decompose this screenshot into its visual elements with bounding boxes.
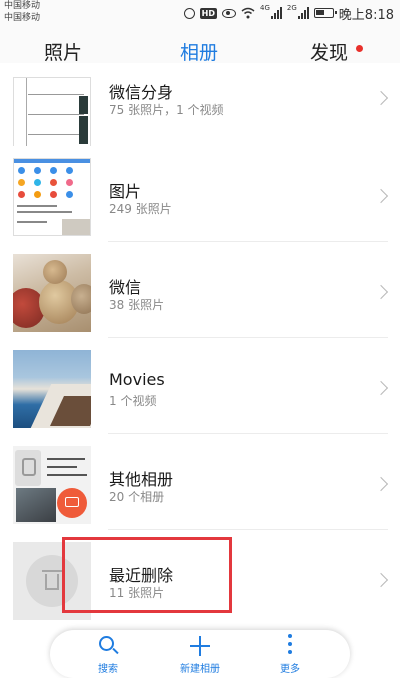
album-row-wechat-clone[interactable]: 微信分身 75 张照片，1 个视频: [0, 63, 400, 159]
more-button[interactable]: 更多: [250, 630, 330, 678]
chevron-right-icon: [373, 572, 389, 588]
album-thumbnail: [13, 446, 91, 524]
search-icon: [99, 636, 114, 651]
chevron-right-icon: [373, 188, 389, 204]
hd-icon: HD: [199, 7, 218, 19]
album-thumbnail: [13, 77, 91, 147]
highlight-box: [62, 537, 232, 613]
album-row-other-albums[interactable]: 其他相册 20 个相册: [0, 434, 400, 530]
tab-photos[interactable]: 照片: [44, 38, 82, 65]
signal-type-label-2: 2G: [286, 4, 297, 12]
album-subtitle: 249 张照片: [109, 202, 172, 216]
signal-type-label-1: 4G: [260, 4, 270, 12]
signal-icon: [297, 7, 309, 19]
album-thumbnail: [13, 254, 91, 332]
album-subtitle: 75 张照片，1 个视频: [109, 103, 224, 117]
chevron-right-icon: [373, 380, 389, 396]
album-row-movies[interactable]: Movies 1 个视频: [0, 338, 400, 434]
new-album-button[interactable]: 新建相册: [160, 630, 240, 678]
album-row-pictures[interactable]: 图片 249 张照片: [0, 146, 400, 242]
album-thumbnail: [13, 158, 91, 236]
battery-icon: [313, 8, 337, 18]
wifi-icon: [241, 7, 255, 19]
alarm-icon: [183, 7, 195, 19]
signal-icon: [270, 7, 282, 19]
notification-dot: [356, 45, 363, 52]
more-icon: [288, 634, 292, 656]
chevron-right-icon: [373, 284, 389, 300]
tab-discover[interactable]: 发现: [310, 38, 348, 65]
search-button[interactable]: 搜索: [68, 630, 148, 678]
tab-albums[interactable]: 相册: [180, 38, 218, 65]
album-subtitle: 38 张照片: [109, 298, 165, 312]
bottom-action-bar: 搜索 新建相册 更多: [50, 630, 350, 678]
eye-icon: [222, 8, 237, 18]
chevron-right-icon: [373, 476, 389, 492]
album-row-wechat[interactable]: 微信 38 张照片: [0, 242, 400, 338]
status-bar: 中国移动 中国移动 HD 4G 2G 晚上8:18: [0, 0, 400, 26]
album-title: 微信分身: [109, 83, 174, 102]
trash-icon: [42, 570, 62, 590]
album-thumbnail: [13, 350, 91, 428]
clock: 晚上8:18: [338, 7, 394, 23]
album-title: Movies: [109, 370, 165, 389]
carrier-label-1: 中国移动: [4, 1, 41, 11]
album-title: 图片: [109, 182, 142, 201]
search-label: 搜索: [98, 664, 118, 675]
more-label: 更多: [280, 664, 300, 675]
album-title: 其他相册: [109, 470, 174, 489]
album-subtitle: 1 个视频: [109, 394, 157, 408]
album-title: 微信: [109, 278, 142, 297]
carrier-label-2: 中国移动: [4, 13, 41, 23]
chevron-right-icon: [373, 90, 389, 106]
plus-icon: [190, 636, 210, 656]
album-subtitle: 20 个相册: [109, 490, 165, 504]
new-album-label: 新建相册: [180, 664, 220, 675]
